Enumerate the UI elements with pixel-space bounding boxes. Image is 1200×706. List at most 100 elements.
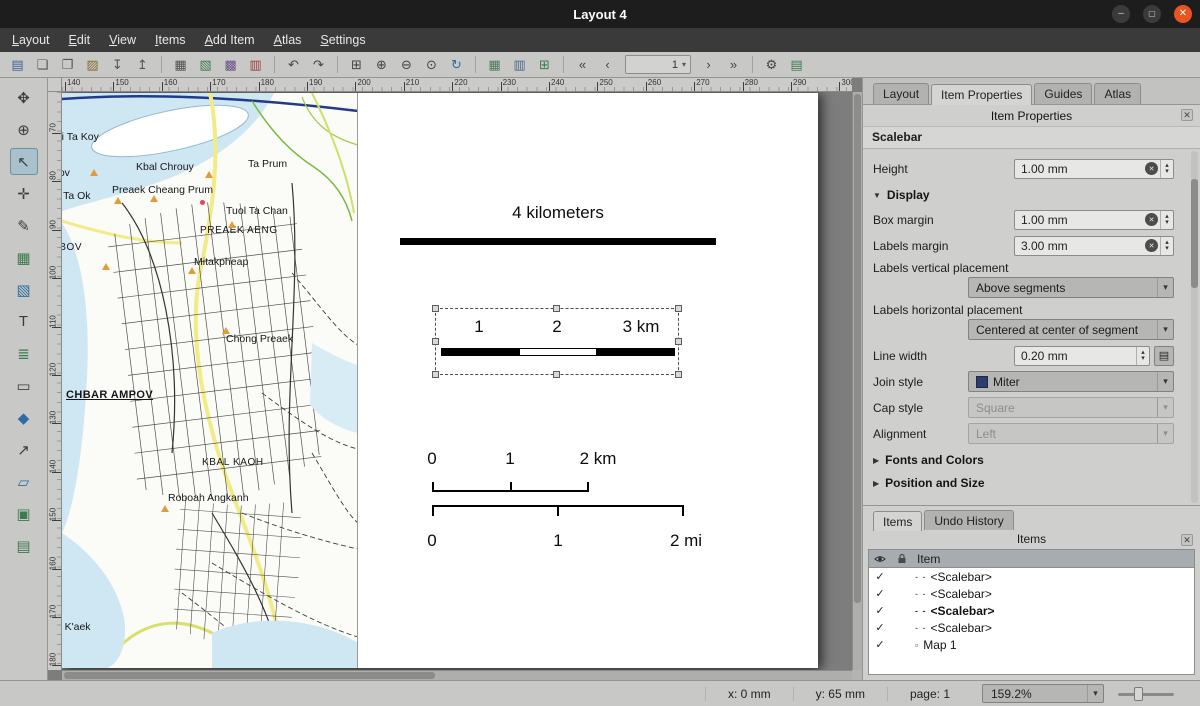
- spinner-arrows[interactable]: ▴▾: [1160, 211, 1173, 229]
- layout-manager-icon[interactable]: ▨: [81, 54, 104, 76]
- clear-value-icon[interactable]: ✕: [1145, 239, 1158, 252]
- add-arrow-tool-icon[interactable]: ↗: [10, 436, 38, 463]
- labels-horizontal-placement-combo[interactable]: Centered at center of segment ▾: [968, 319, 1174, 340]
- tab-layout[interactable]: Layout: [873, 83, 929, 104]
- show-grid-icon[interactable]: ▦: [483, 54, 506, 76]
- add-map-tool-icon[interactable]: ▦: [10, 244, 38, 271]
- save-project-icon[interactable]: ▤: [6, 54, 29, 76]
- item-row[interactable]: ✓- -<Scalebar>: [869, 568, 1194, 585]
- line-width-spinbox[interactable]: 0.20 mm ▴▾: [1014, 346, 1150, 366]
- labels-margin-spinbox[interactable]: 3.00 mm ✕ ▴▾: [1014, 236, 1174, 256]
- menu-item-view[interactable]: View: [109, 33, 136, 47]
- zoom-slider[interactable]: [1118, 686, 1174, 702]
- map-item[interactable]: dei Ta KoySbovvay Ta OkKbal ChrouyTa Pru…: [62, 93, 358, 668]
- atlas-last-icon[interactable]: »: [722, 54, 745, 76]
- export-image-icon[interactable]: ▧: [194, 54, 217, 76]
- add-picture-tool-icon[interactable]: ▧: [10, 276, 38, 303]
- zoom-tool-icon[interactable]: ⊕: [10, 116, 38, 143]
- refresh-view-icon[interactable]: ↻: [445, 54, 468, 76]
- add-legend-tool-icon[interactable]: ≣: [10, 340, 38, 367]
- tab-items[interactable]: Items: [873, 511, 922, 531]
- atlas-next-icon[interactable]: ›: [697, 54, 720, 76]
- visibility-checkbox[interactable]: ✓: [869, 621, 891, 634]
- position-size-section-header[interactable]: ▶ Position and Size: [873, 476, 1174, 490]
- move-item-content-tool-icon[interactable]: ✛: [10, 180, 38, 207]
- atlas-prev-icon[interactable]: ‹: [596, 54, 619, 76]
- fonts-colors-section-header[interactable]: ▶ Fonts and Colors: [873, 453, 1174, 467]
- spinner-arrows[interactable]: ▴▾: [1160, 237, 1173, 255]
- labels-vertical-placement-combo[interactable]: Above segments ▾: [968, 277, 1174, 298]
- dock-close-icon[interactable]: ✕: [1181, 534, 1193, 546]
- add-pages-icon[interactable]: ⊞: [533, 54, 556, 76]
- close-button[interactable]: ✕: [1174, 5, 1192, 23]
- box-margin-spinbox[interactable]: 1.00 mm ✕ ▴▾: [1014, 210, 1174, 230]
- item-row[interactable]: ✓- -<Scalebar>: [869, 619, 1194, 636]
- clear-value-icon[interactable]: ✕: [1145, 213, 1158, 226]
- snap-guides-icon[interactable]: ▥: [508, 54, 531, 76]
- selection-handle[interactable]: [675, 371, 682, 378]
- add-node-item-tool-icon[interactable]: ▱: [10, 468, 38, 495]
- tab-item-properties[interactable]: Item Properties: [931, 84, 1032, 105]
- zoom-level-combo[interactable]: 159.2% ▾: [982, 684, 1104, 703]
- visibility-checkbox[interactable]: ✓: [869, 587, 891, 600]
- selection-handle[interactable]: [432, 371, 439, 378]
- zoom-actual-icon[interactable]: ⊙: [420, 54, 443, 76]
- spinner-arrows[interactable]: ▴▾: [1160, 160, 1173, 178]
- select-move-item-tool-icon[interactable]: ↖: [10, 148, 38, 175]
- minimize-button[interactable]: –: [1112, 5, 1130, 23]
- pan-tool-icon[interactable]: ✥: [10, 84, 38, 111]
- visibility-checkbox[interactable]: ✓: [869, 604, 891, 617]
- atlas-page-combo[interactable]: 1▾: [625, 55, 691, 74]
- edit-nodes-tool-icon[interactable]: ✎: [10, 212, 38, 239]
- zoom-out-icon[interactable]: ⊖: [395, 54, 418, 76]
- display-section-header[interactable]: ▼ Display: [873, 188, 1174, 202]
- height-spinbox[interactable]: 1.00 mm ✕ ▴▾: [1014, 159, 1174, 179]
- selection-handle[interactable]: [553, 371, 560, 378]
- layout-page[interactable]: dei Ta KoySbovvay Ta OkKbal ChrouyTa Pru…: [62, 93, 818, 668]
- canvas-vertical-scrollbar[interactable]: [852, 92, 862, 670]
- menu-item-settings[interactable]: Settings: [320, 33, 365, 47]
- save-as-template-icon[interactable]: ↧: [106, 54, 129, 76]
- alignment-combo[interactable]: Left ▾: [968, 423, 1174, 444]
- zoom-in-icon[interactable]: ⊕: [370, 54, 393, 76]
- menu-item-atlas[interactable]: Atlas: [274, 33, 302, 47]
- atlas-export-icon[interactable]: ▤: [785, 54, 808, 76]
- redo-icon[interactable]: ↷: [307, 54, 330, 76]
- item-row[interactable]: ✓- -<Scalebar>: [869, 602, 1194, 619]
- add-scalebar-tool-icon[interactable]: ▭: [10, 372, 38, 399]
- slider-thumb[interactable]: [1134, 687, 1143, 701]
- selection-handle[interactable]: [675, 338, 682, 345]
- properties-scrollbar[interactable]: [1191, 151, 1198, 503]
- add-table-tool-icon[interactable]: ▤: [10, 532, 38, 559]
- maximize-button[interactable]: ▢: [1143, 5, 1161, 23]
- add-shape-tool-icon[interactable]: ◆: [10, 404, 38, 431]
- cap-style-combo[interactable]: Square ▾: [968, 397, 1174, 418]
- menu-item-add-item[interactable]: Add Item: [205, 33, 255, 47]
- zoom-full-icon[interactable]: ⊞: [345, 54, 368, 76]
- export-pdf-icon[interactable]: ▥: [244, 54, 267, 76]
- data-defined-override-button[interactable]: ▤: [1154, 346, 1174, 366]
- atlas-first-icon[interactable]: «: [571, 54, 594, 76]
- new-layout-icon[interactable]: ❏: [31, 54, 54, 76]
- undo-icon[interactable]: ↶: [282, 54, 305, 76]
- duplicate-layout-icon[interactable]: ❐: [56, 54, 79, 76]
- item-row[interactable]: ✓▫Map 1: [869, 636, 1194, 653]
- visibility-checkbox[interactable]: ✓: [869, 638, 891, 651]
- add-label-tool-icon[interactable]: T: [10, 308, 38, 335]
- item-row[interactable]: ✓- -<Scalebar>: [869, 585, 1194, 602]
- tab-atlas[interactable]: Atlas: [1094, 83, 1141, 104]
- visibility-checkbox[interactable]: ✓: [869, 570, 891, 583]
- tab-undo-history[interactable]: Undo History: [924, 510, 1013, 530]
- selection-handle[interactable]: [675, 305, 682, 312]
- scrollbar-thumb[interactable]: [1191, 179, 1198, 288]
- selection-handle[interactable]: [432, 305, 439, 312]
- clear-value-icon[interactable]: ✕: [1145, 162, 1158, 175]
- canvas-horizontal-scrollbar[interactable]: [62, 670, 852, 680]
- join-style-combo[interactable]: Miter ▾: [968, 371, 1174, 392]
- menu-item-edit[interactable]: Edit: [69, 33, 91, 47]
- menu-item-items[interactable]: Items: [155, 33, 186, 47]
- scalebar-selected[interactable]: 123 km: [435, 308, 679, 375]
- atlas-settings-icon[interactable]: ⚙: [760, 54, 783, 76]
- load-template-icon[interactable]: ↥: [131, 54, 154, 76]
- scrollbar-thumb[interactable]: [64, 672, 435, 679]
